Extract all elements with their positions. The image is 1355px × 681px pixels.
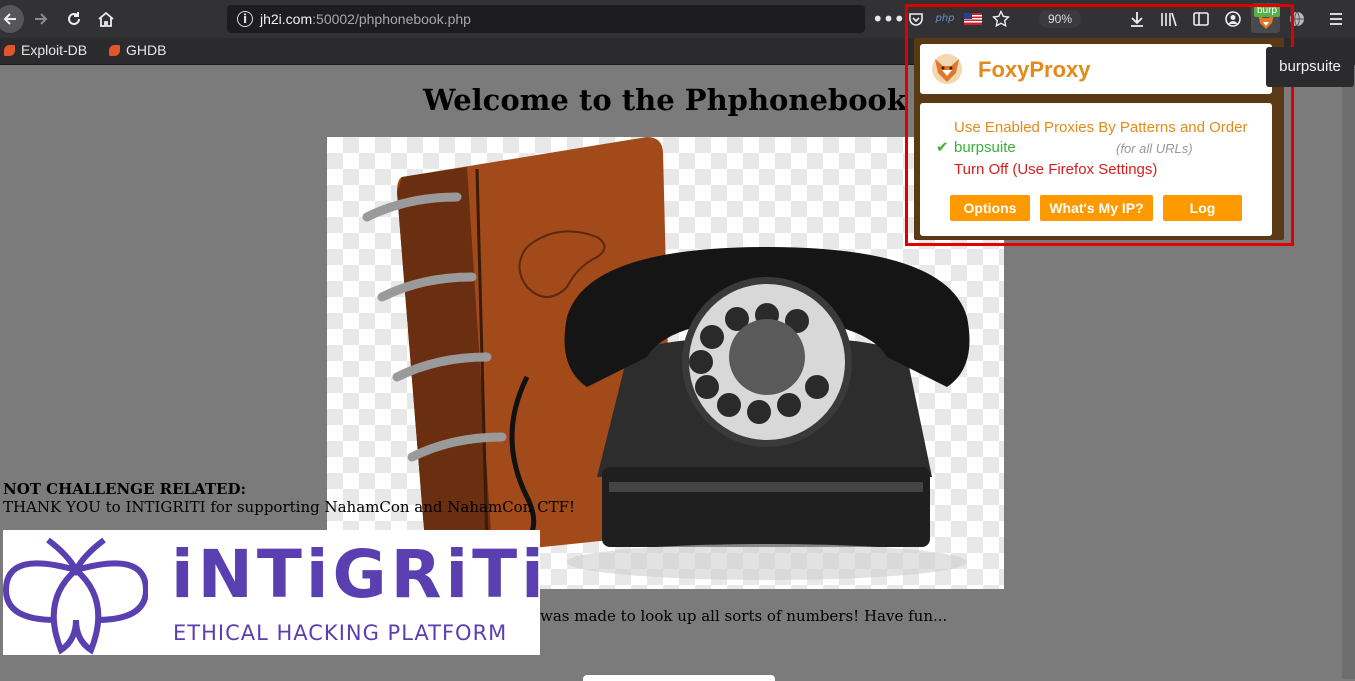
intigriti-bee-icon <box>3 537 148 655</box>
url-host: jh2i.com <box>260 11 313 27</box>
hamburger-menu-icon <box>1330 13 1342 25</box>
url-text: jh2i.com:50002/phphonebook.php <box>260 11 471 27</box>
site-info-icon[interactable]: i <box>237 11 253 27</box>
bookmark-ghdb[interactable]: GHDB <box>109 42 166 58</box>
foxyproxy-menu: Use Enabled Proxies By Patterns and Orde… <box>920 103 1272 236</box>
ghdb-icon <box>109 45 120 56</box>
page-description: was made to look up all sorts of numbers… <box>540 607 948 625</box>
mode-patterns-option[interactable]: Use Enabled Proxies By Patterns and Orde… <box>954 119 1247 136</box>
page-scrollbar[interactable] <box>1342 65 1355 679</box>
intigriti-wordmark: iNTiGRiTi <box>171 536 548 613</box>
reload-icon <box>68 12 80 25</box>
thanks-message: THANK YOU to INTIGRITI for supporting Na… <box>3 498 576 516</box>
extension-tooltip: burpsuite <box>1266 47 1354 87</box>
bookmark-label: GHDB <box>126 42 167 58</box>
url-path: :50002/phphonebook.php <box>312 11 471 27</box>
url-bar[interactable]: i jh2i.com:50002/phphonebook.php 90% <box>227 5 1081 33</box>
phonebook-telephone-illustration <box>362 137 970 580</box>
foxyproxy-popup: FoxyProxy Use Enabled Proxies By Pattern… <box>914 38 1284 240</box>
back-arrow-icon <box>3 13 16 25</box>
forward-button[interactable] <box>28 6 54 32</box>
intigriti-logo: iNTiGRiTi ETHICAL HACKING PLATFORM <box>3 530 544 655</box>
home-button[interactable] <box>93 6 119 32</box>
checkmark-icon: ✔ <box>936 138 949 156</box>
proxy-scope-note: (for all URLs) <box>1116 141 1193 156</box>
lookup-form-box <box>583 675 775 681</box>
exploit-db-icon <box>4 45 15 56</box>
foxyproxy-title: FoxyProxy <box>978 57 1091 82</box>
ellipsis-icon: ••• <box>871 7 905 31</box>
bookmark-exploit-db[interactable]: Exploit-DB <box>4 42 87 58</box>
forward-arrow-icon <box>35 13 48 25</box>
intigriti-tagline: ETHICAL HACKING PLATFORM <box>173 621 508 645</box>
back-button[interactable] <box>0 5 24 33</box>
options-button[interactable]: Options <box>950 195 1030 221</box>
phonebook-telephone-image <box>327 137 1004 589</box>
page-actions-button[interactable]: ••• <box>871 6 905 32</box>
proxy-burpsuite-option[interactable]: burpsuite <box>954 139 1016 156</box>
not-challenge-related-heading: NOT CHALLENGE RELATED: <box>3 480 247 498</box>
whats-my-ip-button[interactable]: What's My IP? <box>1040 195 1153 221</box>
turn-off-option[interactable]: Turn Off (Use Firefox Settings) <box>954 161 1157 178</box>
foxyproxy-logo-icon <box>932 54 962 84</box>
log-button[interactable]: Log <box>1163 195 1242 221</box>
reload-button[interactable] <box>61 6 87 32</box>
home-icon <box>98 11 114 27</box>
bookmark-label: Exploit-DB <box>21 42 88 58</box>
menu-button[interactable] <box>1323 6 1349 32</box>
foxyproxy-header: FoxyProxy <box>920 44 1272 94</box>
